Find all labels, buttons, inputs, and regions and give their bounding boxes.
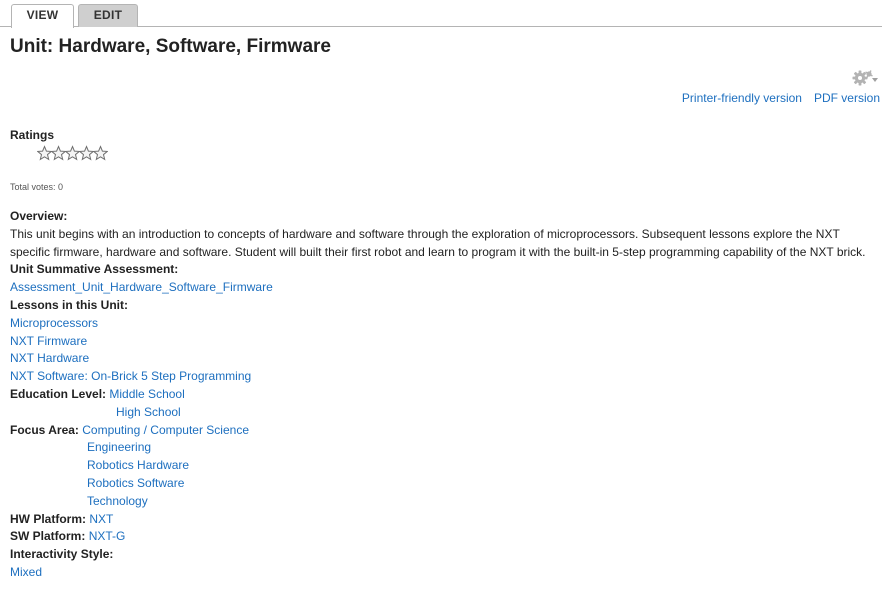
overview-label: Overview:	[10, 209, 68, 223]
star-icon[interactable]	[36, 145, 53, 161]
star-icon[interactable]	[78, 145, 95, 161]
unit-details: Overview: This unit begins with an intro…	[10, 208, 878, 582]
education-level-label: Education Level:	[10, 386, 107, 401]
focus-area-link[interactable]: Engineering	[87, 440, 151, 454]
print-links: Printer-friendly version PDF version	[670, 90, 880, 106]
total-votes: Total votes: 0	[10, 182, 64, 192]
lessons-label: Lessons in this Unit:	[10, 297, 129, 312]
ratings-label: Ratings	[10, 128, 55, 142]
star-icon[interactable]	[92, 145, 109, 161]
tab-bar: VIEW EDIT	[0, 4, 882, 28]
education-level-link[interactable]: Middle School	[109, 387, 184, 401]
assessment-link[interactable]: Assessment_Unit_Hardware_Software_Firmwa…	[10, 280, 273, 294]
star-icon[interactable]	[64, 145, 81, 161]
star-icon[interactable]	[50, 145, 67, 161]
tab-edit[interactable]: EDIT	[78, 4, 138, 27]
focus-area-link[interactable]: Computing / Computer Science	[82, 423, 249, 437]
education-level-link[interactable]: High School	[116, 405, 181, 419]
lesson-link[interactable]: Microprocessors	[10, 316, 98, 330]
pdf-version-link[interactable]: PDF version	[814, 91, 880, 105]
page-title: Unit: Hardware, Software, Firmware	[10, 36, 331, 57]
gear-icon[interactable]	[852, 69, 880, 87]
focus-area-link[interactable]: Robotics Software	[87, 476, 184, 490]
lesson-link[interactable]: NXT Software: On-Brick 5 Step Programmin…	[10, 369, 251, 383]
overview-text: This unit begins with an introduction to…	[10, 226, 866, 259]
focus-area-label: Focus Area:	[10, 422, 79, 437]
sw-platform-link[interactable]: NXT-G	[89, 529, 126, 543]
interactivity-style-label: Interactivity Style:	[10, 547, 114, 562]
lesson-link[interactable]: NXT Hardware	[10, 351, 89, 365]
focus-area-link[interactable]: Technology	[87, 494, 148, 508]
assessment-label: Unit Summative Assessment:	[10, 262, 179, 277]
interactivity-style-link[interactable]: Mixed	[10, 565, 42, 579]
tab-view[interactable]: VIEW	[11, 4, 74, 28]
hw-platform-label: HW Platform:	[10, 511, 86, 526]
sw-platform-label: SW Platform:	[10, 529, 86, 544]
hw-platform-link[interactable]: NXT	[89, 512, 113, 526]
focus-area-link[interactable]: Robotics Hardware	[87, 458, 189, 472]
star-rating[interactable]	[36, 145, 109, 161]
lesson-link[interactable]: NXT Firmware	[10, 334, 87, 348]
printer-friendly-link[interactable]: Printer-friendly version	[682, 91, 802, 105]
